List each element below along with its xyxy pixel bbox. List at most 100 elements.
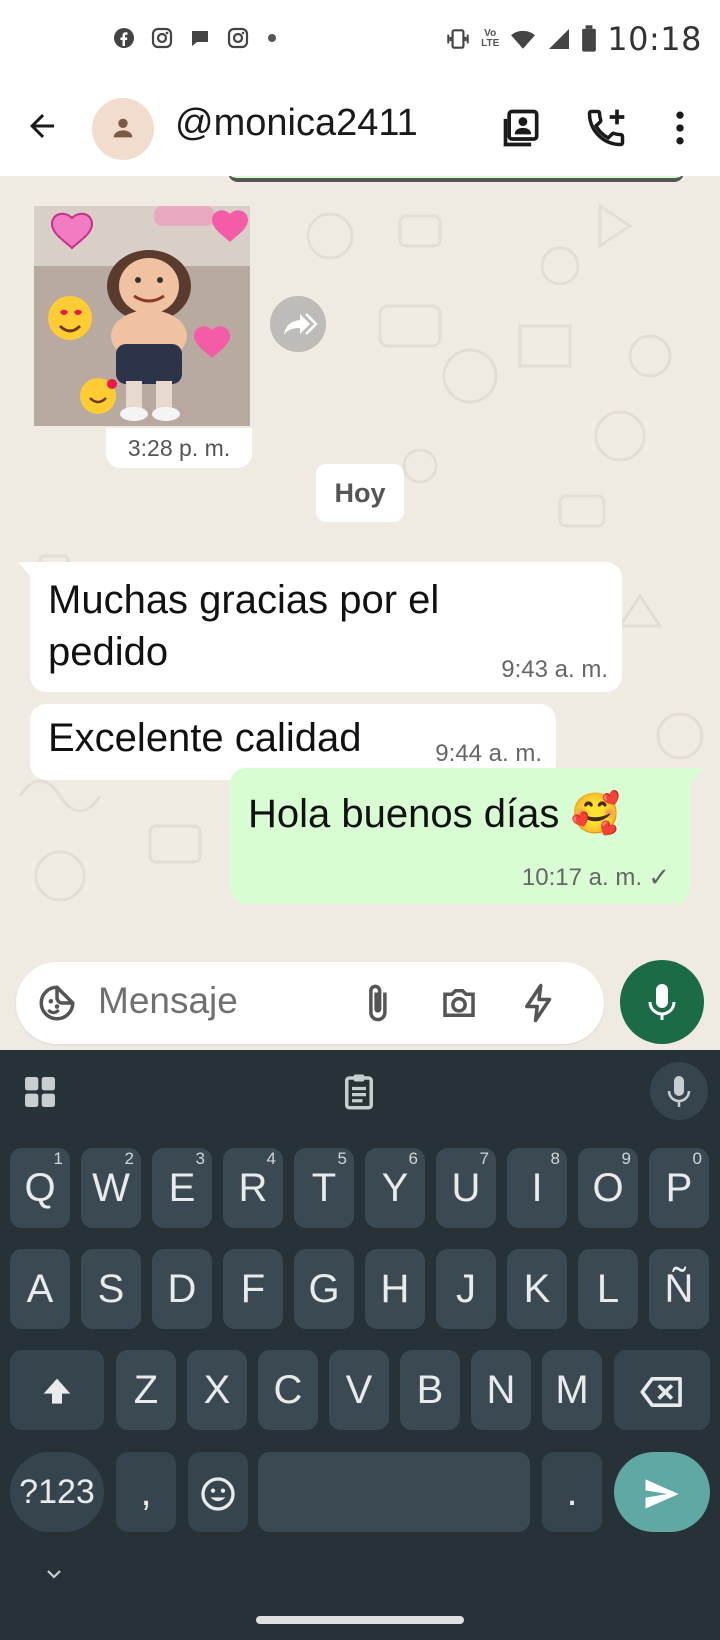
chat-area[interactable]: 3:28 p. m. Hoy Muchas gracias por el ped… xyxy=(0,176,720,1050)
chevron-down-icon[interactable] xyxy=(40,1562,68,1586)
message-input[interactable]: Mensaje xyxy=(98,980,238,1022)
vibrate-icon xyxy=(447,29,469,49)
message-text: Excelente calidad xyxy=(48,716,362,760)
key-z[interactable]: Z xyxy=(116,1350,176,1430)
status-bar: Vo LTE 10:18 xyxy=(0,0,720,80)
message-composer[interactable]: Mensaje xyxy=(16,962,604,1044)
key-hint-number: 7 xyxy=(479,1149,489,1168)
more-vert-icon[interactable] xyxy=(658,106,702,150)
key-i[interactable]: I8 xyxy=(507,1148,567,1228)
notification-icons xyxy=(112,26,276,50)
shift-icon xyxy=(43,1379,71,1405)
person-icon xyxy=(113,118,133,138)
key-h[interactable]: H xyxy=(365,1249,425,1329)
message-timestamp: 10:17 a. m. xyxy=(521,864,642,891)
voice-message-button[interactable] xyxy=(620,960,704,1044)
photo-thumbnail xyxy=(34,206,250,426)
add-call-icon[interactable] xyxy=(584,106,628,150)
bolt-icon[interactable] xyxy=(518,982,560,1024)
send-key[interactable] xyxy=(614,1452,710,1532)
key-r[interactable]: R4 xyxy=(223,1148,283,1228)
sent-message[interactable]: Hola buenos días 🥰 10:17 a. m. ✓ xyxy=(230,768,690,904)
key-c[interactable]: C xyxy=(258,1350,318,1430)
attach-icon[interactable] xyxy=(356,982,398,1024)
message-text: Muchas gracias por el pedido xyxy=(48,578,440,674)
back-arrow-icon[interactable] xyxy=(24,108,60,144)
key-hint-number: 4 xyxy=(266,1149,276,1168)
space-key[interactable] xyxy=(258,1452,530,1532)
previous-message-edge xyxy=(228,176,684,182)
emoji-icon xyxy=(201,1477,235,1512)
wifi-icon xyxy=(511,30,536,49)
key-p[interactable]: P0 xyxy=(649,1148,709,1228)
key-a[interactable]: A xyxy=(10,1249,70,1329)
key-o[interactable]: O9 xyxy=(578,1148,638,1228)
message-text: Hola buenos días 🥰 xyxy=(248,792,621,836)
key-g[interactable]: G xyxy=(294,1249,354,1329)
message-timestamp: 9:44 a. m. xyxy=(435,740,542,767)
key-hint-number: 9 xyxy=(621,1149,631,1168)
key-f[interactable]: F xyxy=(223,1249,283,1329)
clipboard-icon[interactable] xyxy=(338,1070,380,1114)
system-icons: Vo LTE 10:18 xyxy=(445,20,702,58)
avatar[interactable] xyxy=(92,98,154,160)
instagram-icon xyxy=(151,27,173,49)
key-t[interactable]: T5 xyxy=(294,1148,354,1228)
key-j[interactable]: J xyxy=(436,1249,496,1329)
key-n[interactable]: N xyxy=(471,1350,531,1430)
key-hint-number: 3 xyxy=(195,1149,205,1168)
key-u[interactable]: U7 xyxy=(436,1148,496,1228)
volte-icon: Vo LTE xyxy=(481,28,500,49)
key-hint-number: 0 xyxy=(692,1149,702,1168)
contact-card-icon[interactable] xyxy=(500,106,544,150)
key-m[interactable]: M xyxy=(542,1350,602,1430)
message-timestamp: 9:43 a. m. xyxy=(501,656,608,683)
period-key[interactable]: . xyxy=(542,1452,602,1532)
emoji-key[interactable] xyxy=(188,1452,248,1532)
key-y[interactable]: Y6 xyxy=(365,1148,425,1228)
instagram-icon xyxy=(227,27,249,49)
backspace-icon xyxy=(640,1377,682,1408)
comma-key[interactable]: , xyxy=(116,1452,176,1532)
key-b[interactable]: B xyxy=(400,1350,460,1430)
clock: 10:18 xyxy=(607,20,702,58)
dot-icon xyxy=(268,34,276,42)
key-hint-number: 1 xyxy=(53,1149,63,1168)
key-hint-number: 5 xyxy=(337,1149,347,1168)
contact-name[interactable]: @monica2411 xyxy=(175,102,418,145)
signal-icon xyxy=(549,29,570,49)
received-message[interactable]: Muchas gracias por el pedido 9:43 a. m. xyxy=(30,562,622,692)
forward-button[interactable] xyxy=(270,296,326,352)
forward-icon xyxy=(284,313,318,335)
bubble-tail xyxy=(690,768,704,784)
facebook-icon xyxy=(114,28,134,48)
key-s[interactable]: S xyxy=(81,1249,141,1329)
key-q[interactable]: Q1 xyxy=(10,1148,70,1228)
key-x[interactable]: X xyxy=(187,1350,247,1430)
delivered-check-icon: ✓ xyxy=(648,862,670,892)
sticker-icon[interactable] xyxy=(36,982,78,1024)
apps-grid-icon[interactable] xyxy=(20,1072,60,1112)
key-w[interactable]: W2 xyxy=(81,1148,141,1228)
key-k[interactable]: K xyxy=(507,1249,567,1329)
backspace-key[interactable] xyxy=(614,1350,710,1430)
image-message[interactable] xyxy=(34,206,250,426)
key-hint-number: 8 xyxy=(550,1149,560,1168)
battery-icon xyxy=(582,25,597,52)
send-icon xyxy=(645,1479,679,1510)
keyboard: Q1W2E3R4T5Y6U7I8O9P0 ASDFGHJKLÑ ZXCVBNM … xyxy=(0,1050,720,1640)
key-l[interactable]: L xyxy=(578,1249,638,1329)
key-ñ[interactable]: Ñ xyxy=(649,1249,709,1329)
voice-typing-button[interactable] xyxy=(650,1062,708,1120)
camera-icon[interactable] xyxy=(438,982,480,1024)
key-d[interactable]: D xyxy=(152,1249,212,1329)
symbols-key[interactable]: ?123 xyxy=(10,1452,104,1532)
key-e[interactable]: E3 xyxy=(152,1148,212,1228)
key-v[interactable]: V xyxy=(329,1350,389,1430)
shift-key[interactable] xyxy=(10,1350,104,1430)
chat-header: @monica2411 xyxy=(0,80,720,176)
key-hint-number: 2 xyxy=(124,1149,134,1168)
mic-icon xyxy=(648,984,676,1020)
mic-icon xyxy=(667,1076,691,1107)
gesture-handle xyxy=(256,1616,464,1624)
